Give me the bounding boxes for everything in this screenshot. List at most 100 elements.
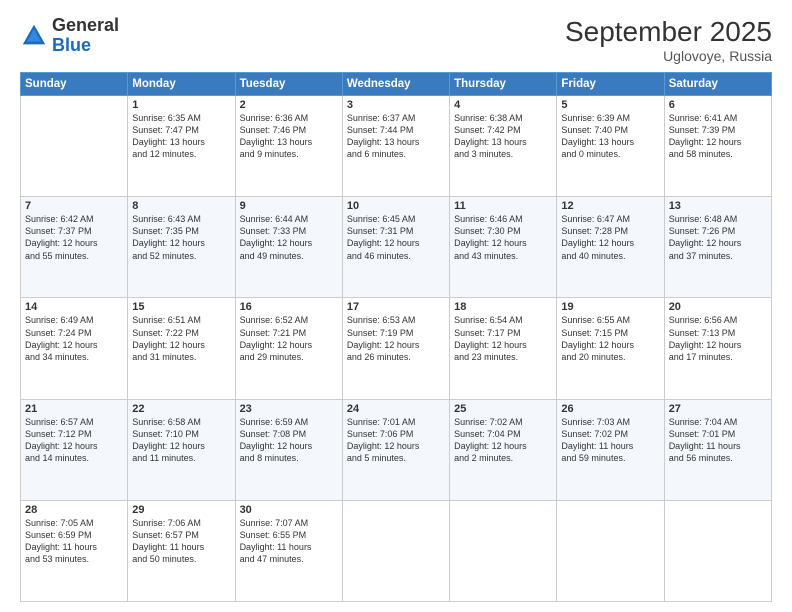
day-number: 15 bbox=[132, 301, 230, 313]
logo-blue-text: Blue bbox=[52, 35, 91, 55]
day-info: Sunrise: 7:04 AM Sunset: 7:01 PM Dayligh… bbox=[669, 416, 767, 465]
day-number: 19 bbox=[561, 301, 659, 313]
day-number: 17 bbox=[347, 301, 445, 313]
day-info: Sunrise: 6:55 AM Sunset: 7:15 PM Dayligh… bbox=[561, 314, 659, 363]
day-info: Sunrise: 7:06 AM Sunset: 6:57 PM Dayligh… bbox=[132, 517, 230, 566]
day-number: 24 bbox=[347, 403, 445, 415]
day-number: 18 bbox=[454, 301, 552, 313]
day-info: Sunrise: 6:39 AM Sunset: 7:40 PM Dayligh… bbox=[561, 112, 659, 161]
day-number: 10 bbox=[347, 200, 445, 212]
calendar-cell-w3-d7: 20Sunrise: 6:56 AM Sunset: 7:13 PM Dayli… bbox=[664, 298, 771, 399]
day-info: Sunrise: 6:45 AM Sunset: 7:31 PM Dayligh… bbox=[347, 213, 445, 262]
day-number: 28 bbox=[25, 504, 123, 516]
calendar-cell-w4-d4: 24Sunrise: 7:01 AM Sunset: 7:06 PM Dayli… bbox=[342, 399, 449, 500]
calendar-cell-w2-d6: 12Sunrise: 6:47 AM Sunset: 7:28 PM Dayli… bbox=[557, 197, 664, 298]
day-info: Sunrise: 6:48 AM Sunset: 7:26 PM Dayligh… bbox=[669, 213, 767, 262]
day-number: 22 bbox=[132, 403, 230, 415]
day-info: Sunrise: 6:47 AM Sunset: 7:28 PM Dayligh… bbox=[561, 213, 659, 262]
calendar-cell-w1-d4: 3Sunrise: 6:37 AM Sunset: 7:44 PM Daylig… bbox=[342, 96, 449, 197]
calendar-header-row: Sunday Monday Tuesday Wednesday Thursday… bbox=[21, 73, 772, 96]
calendar-cell-w5-d4 bbox=[342, 500, 449, 601]
col-thursday: Thursday bbox=[450, 73, 557, 96]
day-number: 25 bbox=[454, 403, 552, 415]
col-saturday: Saturday bbox=[664, 73, 771, 96]
day-info: Sunrise: 6:56 AM Sunset: 7:13 PM Dayligh… bbox=[669, 314, 767, 363]
day-number: 14 bbox=[25, 301, 123, 313]
day-number: 4 bbox=[454, 99, 552, 111]
day-info: Sunrise: 6:41 AM Sunset: 7:39 PM Dayligh… bbox=[669, 112, 767, 161]
day-info: Sunrise: 7:07 AM Sunset: 6:55 PM Dayligh… bbox=[240, 517, 338, 566]
day-info: Sunrise: 6:58 AM Sunset: 7:10 PM Dayligh… bbox=[132, 416, 230, 465]
day-number: 21 bbox=[25, 403, 123, 415]
day-info: Sunrise: 6:38 AM Sunset: 7:42 PM Dayligh… bbox=[454, 112, 552, 161]
day-number: 5 bbox=[561, 99, 659, 111]
month-title: September 2025 bbox=[565, 16, 772, 48]
day-info: Sunrise: 6:57 AM Sunset: 7:12 PM Dayligh… bbox=[25, 416, 123, 465]
calendar-cell-w1-d1 bbox=[21, 96, 128, 197]
calendar-cell-w4-d3: 23Sunrise: 6:59 AM Sunset: 7:08 PM Dayli… bbox=[235, 399, 342, 500]
day-number: 3 bbox=[347, 99, 445, 111]
day-number: 26 bbox=[561, 403, 659, 415]
day-number: 13 bbox=[669, 200, 767, 212]
calendar-cell-w3-d1: 14Sunrise: 6:49 AM Sunset: 7:24 PM Dayli… bbox=[21, 298, 128, 399]
day-info: Sunrise: 6:44 AM Sunset: 7:33 PM Dayligh… bbox=[240, 213, 338, 262]
day-info: Sunrise: 7:05 AM Sunset: 6:59 PM Dayligh… bbox=[25, 517, 123, 566]
calendar-cell-w1-d7: 6Sunrise: 6:41 AM Sunset: 7:39 PM Daylig… bbox=[664, 96, 771, 197]
header: General Blue September 2025 Uglovoye, Ru… bbox=[20, 16, 772, 64]
day-number: 30 bbox=[240, 504, 338, 516]
day-number: 27 bbox=[669, 403, 767, 415]
day-number: 16 bbox=[240, 301, 338, 313]
page: General Blue September 2025 Uglovoye, Ru… bbox=[0, 0, 792, 612]
day-number: 11 bbox=[454, 200, 552, 212]
day-number: 6 bbox=[669, 99, 767, 111]
calendar-cell-w3-d6: 19Sunrise: 6:55 AM Sunset: 7:15 PM Dayli… bbox=[557, 298, 664, 399]
day-info: Sunrise: 6:52 AM Sunset: 7:21 PM Dayligh… bbox=[240, 314, 338, 363]
logo-text: General Blue bbox=[52, 16, 119, 56]
day-number: 8 bbox=[132, 200, 230, 212]
day-info: Sunrise: 7:03 AM Sunset: 7:02 PM Dayligh… bbox=[561, 416, 659, 465]
calendar-cell-w4-d6: 26Sunrise: 7:03 AM Sunset: 7:02 PM Dayli… bbox=[557, 399, 664, 500]
col-monday: Monday bbox=[128, 73, 235, 96]
calendar-cell-w4-d1: 21Sunrise: 6:57 AM Sunset: 7:12 PM Dayli… bbox=[21, 399, 128, 500]
col-sunday: Sunday bbox=[21, 73, 128, 96]
calendar-cell-w3-d5: 18Sunrise: 6:54 AM Sunset: 7:17 PM Dayli… bbox=[450, 298, 557, 399]
calendar-cell-w1-d5: 4Sunrise: 6:38 AM Sunset: 7:42 PM Daylig… bbox=[450, 96, 557, 197]
calendar-cell-w5-d6 bbox=[557, 500, 664, 601]
day-number: 29 bbox=[132, 504, 230, 516]
day-info: Sunrise: 6:49 AM Sunset: 7:24 PM Dayligh… bbox=[25, 314, 123, 363]
day-info: Sunrise: 7:01 AM Sunset: 7:06 PM Dayligh… bbox=[347, 416, 445, 465]
calendar-cell-w2-d7: 13Sunrise: 6:48 AM Sunset: 7:26 PM Dayli… bbox=[664, 197, 771, 298]
calendar-cell-w5-d1: 28Sunrise: 7:05 AM Sunset: 6:59 PM Dayli… bbox=[21, 500, 128, 601]
logo-icon bbox=[20, 22, 48, 50]
calendar-week-5: 28Sunrise: 7:05 AM Sunset: 6:59 PM Dayli… bbox=[21, 500, 772, 601]
logo: General Blue bbox=[20, 16, 119, 56]
day-info: Sunrise: 6:42 AM Sunset: 7:37 PM Dayligh… bbox=[25, 213, 123, 262]
day-number: 9 bbox=[240, 200, 338, 212]
calendar-cell-w3-d4: 17Sunrise: 6:53 AM Sunset: 7:19 PM Dayli… bbox=[342, 298, 449, 399]
calendar-cell-w1-d2: 1Sunrise: 6:35 AM Sunset: 7:47 PM Daylig… bbox=[128, 96, 235, 197]
calendar-cell-w3-d3: 16Sunrise: 6:52 AM Sunset: 7:21 PM Dayli… bbox=[235, 298, 342, 399]
calendar-cell-w5-d2: 29Sunrise: 7:06 AM Sunset: 6:57 PM Dayli… bbox=[128, 500, 235, 601]
calendar-cell-w2-d1: 7Sunrise: 6:42 AM Sunset: 7:37 PM Daylig… bbox=[21, 197, 128, 298]
calendar-week-3: 14Sunrise: 6:49 AM Sunset: 7:24 PM Dayli… bbox=[21, 298, 772, 399]
calendar-cell-w5-d3: 30Sunrise: 7:07 AM Sunset: 6:55 PM Dayli… bbox=[235, 500, 342, 601]
day-info: Sunrise: 6:37 AM Sunset: 7:44 PM Dayligh… bbox=[347, 112, 445, 161]
calendar-cell-w2-d3: 9Sunrise: 6:44 AM Sunset: 7:33 PM Daylig… bbox=[235, 197, 342, 298]
day-number: 2 bbox=[240, 99, 338, 111]
calendar-cell-w5-d5 bbox=[450, 500, 557, 601]
calendar-cell-w4-d7: 27Sunrise: 7:04 AM Sunset: 7:01 PM Dayli… bbox=[664, 399, 771, 500]
calendar-cell-w1-d6: 5Sunrise: 6:39 AM Sunset: 7:40 PM Daylig… bbox=[557, 96, 664, 197]
col-wednesday: Wednesday bbox=[342, 73, 449, 96]
day-number: 20 bbox=[669, 301, 767, 313]
day-number: 1 bbox=[132, 99, 230, 111]
col-friday: Friday bbox=[557, 73, 664, 96]
day-info: Sunrise: 6:51 AM Sunset: 7:22 PM Dayligh… bbox=[132, 314, 230, 363]
day-info: Sunrise: 6:46 AM Sunset: 7:30 PM Dayligh… bbox=[454, 213, 552, 262]
calendar-cell-w4-d2: 22Sunrise: 6:58 AM Sunset: 7:10 PM Dayli… bbox=[128, 399, 235, 500]
location-subtitle: Uglovoye, Russia bbox=[565, 48, 772, 64]
day-info: Sunrise: 6:54 AM Sunset: 7:17 PM Dayligh… bbox=[454, 314, 552, 363]
day-info: Sunrise: 6:53 AM Sunset: 7:19 PM Dayligh… bbox=[347, 314, 445, 363]
calendar-week-1: 1Sunrise: 6:35 AM Sunset: 7:47 PM Daylig… bbox=[21, 96, 772, 197]
calendar-week-2: 7Sunrise: 6:42 AM Sunset: 7:37 PM Daylig… bbox=[21, 197, 772, 298]
logo-general-text: General bbox=[52, 15, 119, 35]
